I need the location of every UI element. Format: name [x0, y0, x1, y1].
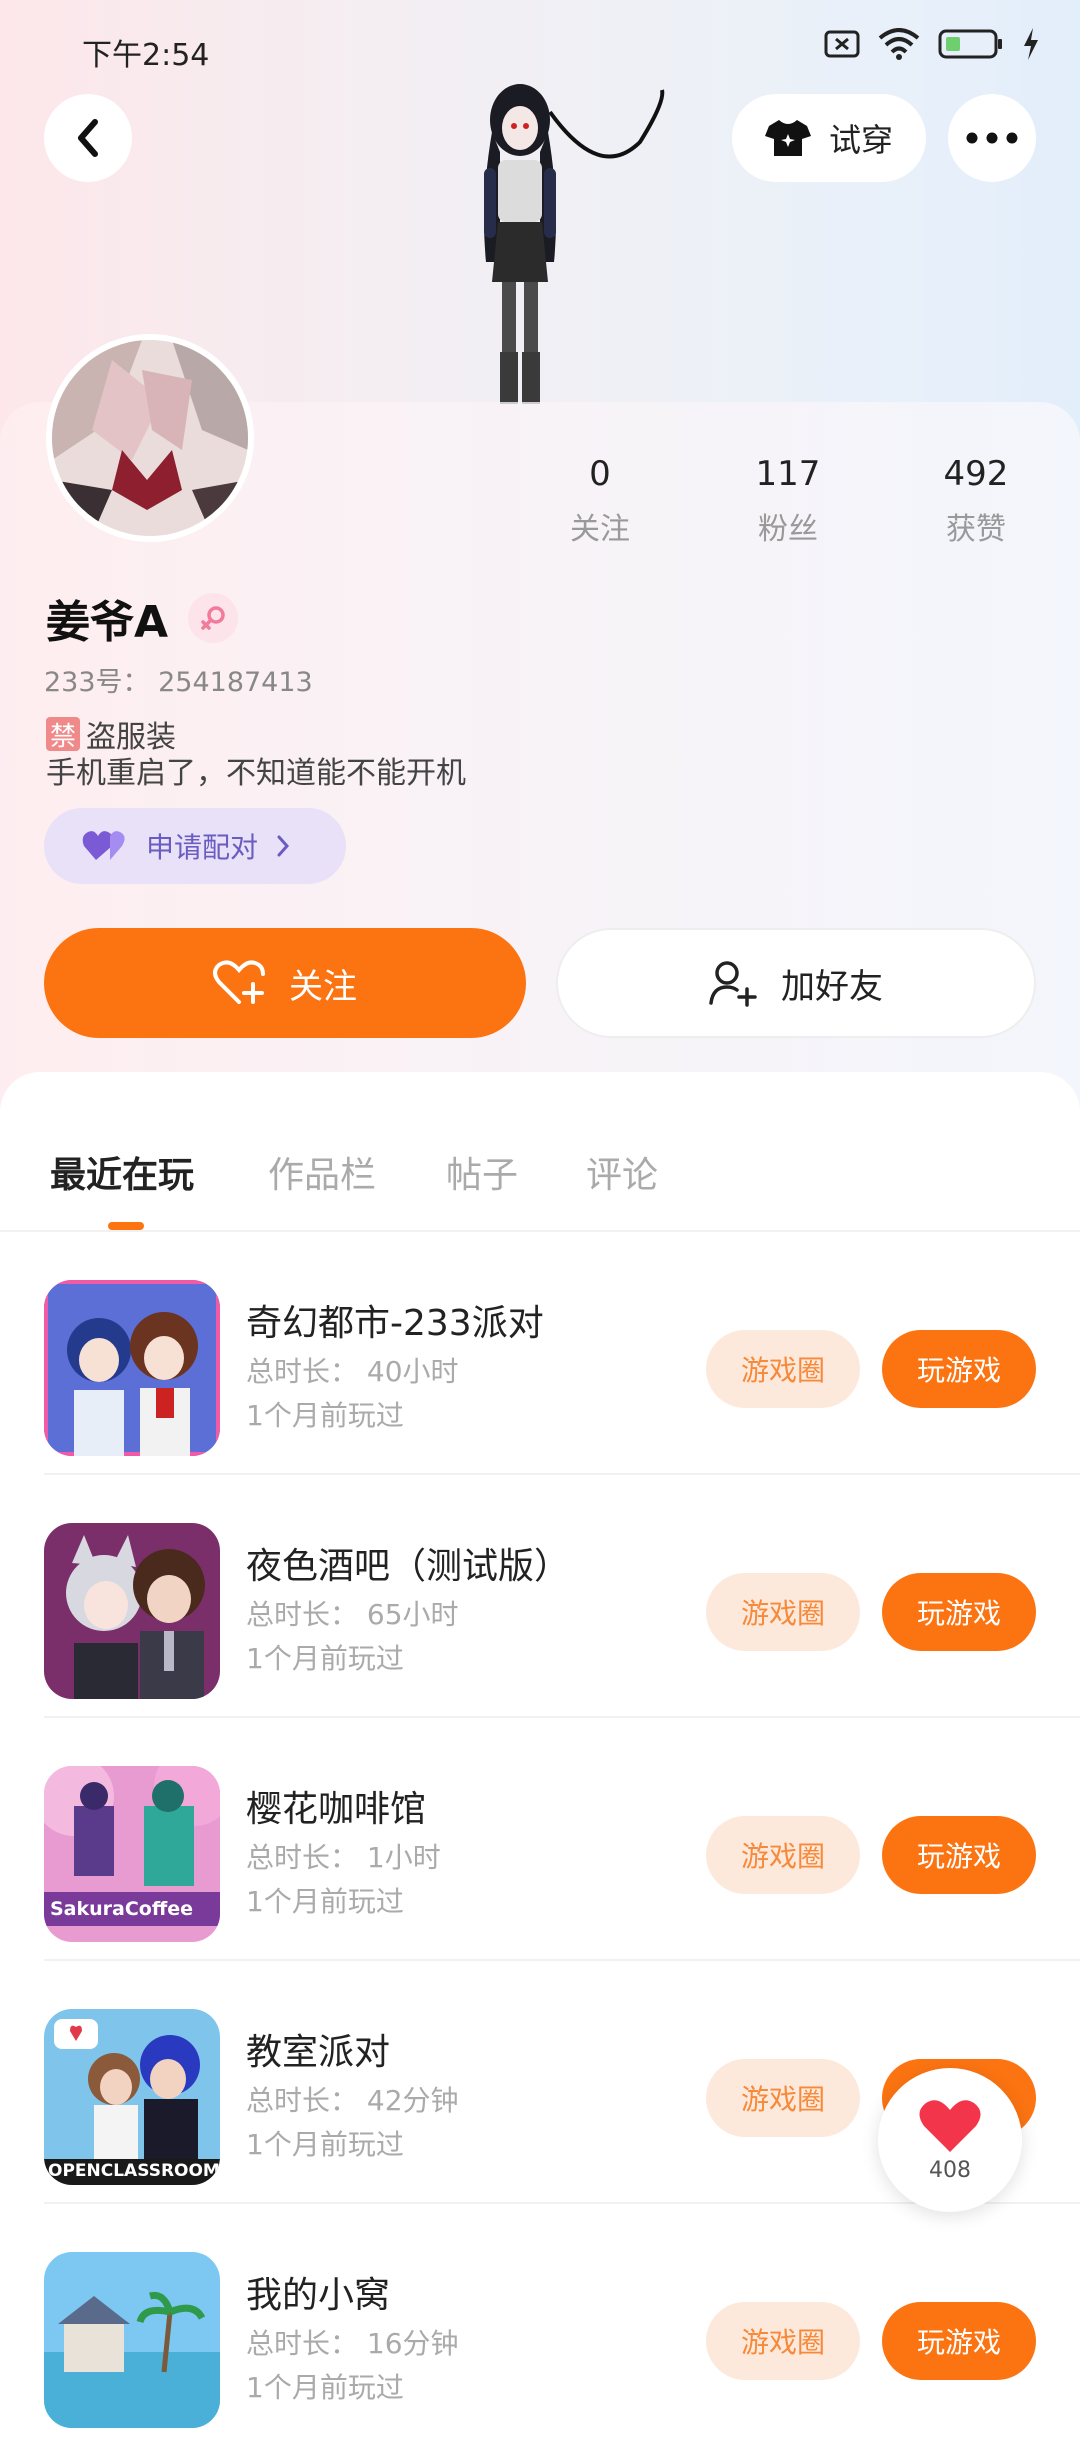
- game-title: 我的小窝: [246, 2275, 391, 2316]
- match-label: 申请配对: [146, 831, 259, 864]
- stat-likes[interactable]: 492 获赞: [906, 454, 1046, 548]
- game-last-played: 1个月前玩过: [246, 1399, 404, 1432]
- female-icon: [201, 606, 225, 630]
- fans-count: 117: [755, 454, 821, 494]
- profile-name: 姜爷A: [46, 586, 239, 650]
- play-game-button[interactable]: 玩游戏: [882, 1573, 1036, 1651]
- game-circle-button[interactable]: 游戏圈: [706, 1816, 860, 1894]
- game-last-played: 1个月前玩过: [246, 1642, 404, 1675]
- follow-button[interactable]: 关注: [44, 928, 526, 1038]
- play-game-button[interactable]: 玩游戏: [882, 1816, 1036, 1894]
- user-id: 233号： 254187413: [44, 667, 313, 698]
- tab-comments[interactable]: 评论: [586, 1146, 658, 1198]
- follow-label: 关注: [289, 966, 357, 1007]
- chevron-left-icon: [78, 119, 98, 157]
- game-last-played: 1个月前玩过: [246, 2371, 404, 2404]
- bio: 手机重启了，不知道能不能开机: [46, 756, 466, 791]
- game-last-played: 1个月前玩过: [246, 1885, 404, 1918]
- heart-plus-icon: [213, 960, 265, 1004]
- more-dots-icon: [966, 132, 1018, 144]
- game-cover-image: [44, 1280, 220, 1456]
- add-friend-label: 加好友: [781, 966, 883, 1007]
- game-duration: 总时长： 65小时: [246, 1598, 459, 1631]
- tab-posts[interactable]: 帖子: [446, 1146, 518, 1198]
- fans-label: 粉丝: [758, 512, 818, 547]
- game-thumbnail[interactable]: [44, 1523, 220, 1699]
- game-thumbnail[interactable]: [44, 1280, 220, 1456]
- like-fab[interactable]: 408: [878, 2068, 1022, 2212]
- game-thumbnail[interactable]: SakuraCoffee: [44, 1766, 220, 1942]
- heart-icon: [919, 2099, 981, 2152]
- game-row[interactable]: SakuraCoffee 樱花咖啡馆 总时长： 1小时 1个月前玩过 游戏圈 玩…: [0, 1718, 1080, 1961]
- avatar[interactable]: [46, 334, 254, 542]
- user-name: 姜爷A: [46, 597, 169, 648]
- status-icons: [824, 28, 1040, 60]
- following-count: 0: [589, 454, 611, 494]
- try-on-button[interactable]: 试穿: [732, 94, 926, 182]
- battery-icon: [938, 29, 1002, 59]
- play-game-button[interactable]: 玩游戏: [882, 1330, 1036, 1408]
- game-circle-button[interactable]: 游戏圈: [706, 1573, 860, 1651]
- notification-off-icon: [824, 30, 860, 58]
- game-duration: 总时长： 40小时: [246, 1355, 459, 1388]
- game-duration: 总时长： 42分钟: [246, 2084, 459, 2117]
- like-count: 408: [929, 2157, 971, 2183]
- back-button[interactable]: [44, 94, 132, 182]
- wifi-icon: [878, 28, 920, 60]
- charging-icon: [1024, 28, 1038, 60]
- likes-label: 获赞: [946, 512, 1006, 547]
- tab-indicator: [108, 1222, 144, 1230]
- avatar-image: [52, 340, 248, 536]
- game-row[interactable]: 奇幻都市-233派对 总时长： 40小时 1个月前玩过 游戏圈 玩游戏: [0, 1232, 1080, 1475]
- game-last-played: 1个月前玩过: [246, 2128, 404, 2161]
- game-duration: 总时长： 16分钟: [246, 2327, 459, 2360]
- game-thumbnail[interactable]: OPENCLASSROOM: [44, 2009, 220, 2185]
- game-cover-image: [44, 2252, 220, 2428]
- game-duration: 总时长： 1小时: [246, 1841, 441, 1874]
- game-thumbnail[interactable]: [44, 2252, 220, 2428]
- tab-recently-played[interactable]: 最近在玩: [50, 1146, 194, 1198]
- game-row[interactable]: 我的小窝 总时长： 16分钟 1个月前玩过 游戏圈 玩游戏: [0, 2204, 1080, 2447]
- ban-tag: 禁: [46, 717, 80, 752]
- game-cover-image: [44, 1523, 220, 1699]
- game-circle-button[interactable]: 游戏圈: [706, 1330, 860, 1408]
- game-title: 教室派对: [246, 2032, 391, 2073]
- game-cover-image: [44, 2009, 220, 2185]
- game-row[interactable]: 夜色酒吧（测试版） 总时长： 65小时 1个月前玩过 游戏圈 玩游戏: [0, 1475, 1080, 1718]
- chevron-right-icon: [277, 835, 290, 857]
- play-game-button[interactable]: 玩游戏: [882, 2302, 1036, 2380]
- game-circle-button[interactable]: 游戏圈: [706, 2302, 860, 2380]
- game-title: 奇幻都市-233派对: [246, 1303, 544, 1344]
- game-title: 夜色酒吧（测试版）: [246, 1546, 571, 1587]
- gender-badge: [188, 593, 239, 643]
- double-heart-icon: [82, 831, 125, 860]
- add-friend-button[interactable]: 加好友: [556, 928, 1036, 1038]
- match-request-button[interactable]: 申请配对: [44, 808, 346, 884]
- game-cover-logo: SakuraCoffee: [50, 1898, 194, 1920]
- stat-fans[interactable]: 117 粉丝: [718, 454, 858, 548]
- status-time: 下午2:54: [82, 38, 210, 73]
- game-title: 樱花咖啡馆: [246, 1789, 427, 1830]
- try-on-label: 试穿: [828, 121, 893, 159]
- stat-following[interactable]: 0 关注: [530, 454, 670, 548]
- add-user-icon: [709, 961, 757, 1007]
- game-circle-button[interactable]: 游戏圈: [706, 2059, 860, 2137]
- avatar-character: [484, 84, 665, 404]
- tshirt-icon: [764, 120, 811, 156]
- likes-count: 492: [943, 454, 1009, 494]
- following-label: 关注: [570, 512, 630, 547]
- more-button[interactable]: [948, 94, 1036, 182]
- tab-works[interactable]: 作品栏: [268, 1146, 376, 1198]
- profile-tabs: 最近在玩 作品栏 帖子 评论: [0, 1110, 1080, 1232]
- game-cover-logo: OPENCLASSROOM: [48, 2161, 220, 2181]
